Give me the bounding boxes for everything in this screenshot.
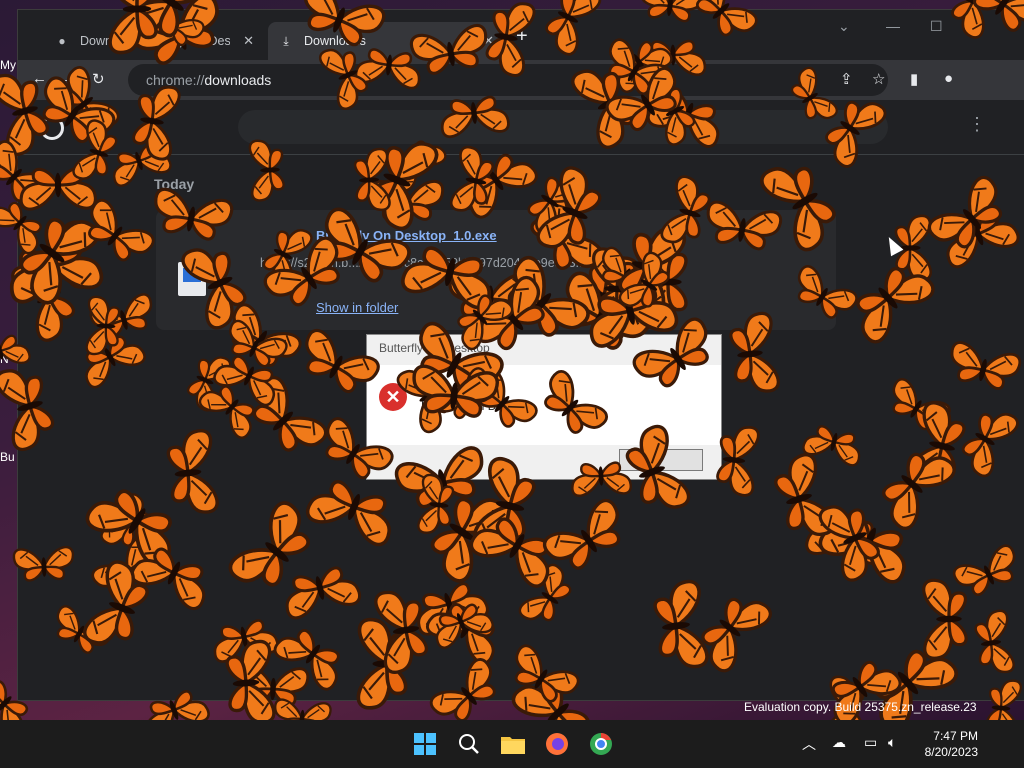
page-favicon-icon: ●: [58, 34, 66, 48]
reload-icon[interactable]: ↻: [92, 70, 105, 88]
bookmark-star-icon[interactable]: ☆: [872, 70, 885, 88]
close-icon[interactable]: ✕: [243, 33, 254, 49]
tab-downloads[interactable]: ⤓ Downloads ✕: [268, 22, 504, 60]
taskbar: ︿ ☁ ▭ 🔈︎ 7:47 PM 8/20/2023: [0, 720, 1024, 768]
window-close-button[interactable]: ✕: [974, 18, 986, 35]
network-icon[interactable]: ▭: [864, 734, 877, 751]
download-source-url: https://s2ocdn.b.../32/2b...c8ce3a59b7e9…: [260, 256, 586, 270]
chevron-up-icon[interactable]: ︿: [802, 734, 816, 754]
downloads-logo-icon: [40, 116, 64, 140]
file-explorer-icon[interactable]: [498, 729, 528, 759]
maximize-button[interactable]: ☐: [930, 18, 943, 35]
date-section-heading: Today: [154, 176, 195, 192]
url-scheme: chrome://: [146, 72, 205, 88]
remove-download-icon[interactable]: ✕: [802, 228, 814, 245]
search-downloads-input[interactable]: [238, 110, 888, 144]
clock-time: 7:47 PM: [933, 729, 978, 743]
firefox-icon[interactable]: [542, 729, 572, 759]
clock-date: 8/20/2023: [924, 745, 978, 759]
dialog-title: Butterfly On Desktop: [379, 341, 490, 355]
url-host: downloads: [204, 72, 272, 88]
more-options-icon[interactable]: ⋮: [968, 114, 986, 135]
file-icon: [178, 262, 206, 296]
tab-search-icon[interactable]: ⌄: [838, 18, 850, 35]
error-icon: ✕: [379, 383, 407, 411]
share-icon[interactable]: ⇪: [840, 70, 853, 88]
profile-icon[interactable]: ●: [944, 70, 953, 87]
dialog-body: ✕ Butterfly On Desktop: [367, 365, 721, 445]
tab-strip: ● Download Butterfly On Desktop ✕ ⤓ Down…: [18, 10, 1024, 60]
download-file-link[interactable]: Butterfly On Desktop_1.0.exe: [316, 228, 497, 243]
back-icon[interactable]: ←: [32, 70, 47, 87]
side-panel-icon[interactable]: ▮: [910, 70, 918, 88]
close-icon[interactable]: ✕: [483, 33, 494, 49]
system-clock[interactable]: 7:47 PM 8/20/2023: [920, 728, 978, 760]
tab-title: Download Butterfly On Desktop: [80, 34, 230, 48]
start-button[interactable]: [410, 729, 440, 759]
download-icon: ⤓: [283, 33, 289, 48]
browser-toolbar: ← → ↻ chrome://downloads ⇪ ☆ ▮ ●: [18, 60, 1024, 100]
address-bar[interactable]: chrome://downloads: [128, 64, 888, 96]
search-icon[interactable]: [454, 729, 484, 759]
downloads-header: ⋮: [18, 100, 1024, 155]
onedrive-icon[interactable]: ☁: [832, 734, 846, 751]
evaluation-watermark: Evaluation copy. Build 25375.zn_release.…: [744, 700, 977, 714]
forward-icon[interactable]: →: [62, 70, 77, 87]
show-in-folder-link[interactable]: Show in folder: [316, 300, 398, 315]
new-tab-button[interactable]: +: [516, 25, 528, 48]
volume-icon[interactable]: 🔈︎: [888, 734, 896, 751]
tab-title: Downloads: [304, 34, 366, 48]
error-dialog: Butterfly On Desktop ✕ Butterfly On Desk…: [366, 334, 722, 480]
dialog-ok-button[interactable]: [619, 449, 703, 471]
tab-butterfly-download[interactable]: ● Download Butterfly On Desktop ✕: [44, 22, 264, 60]
chrome-icon[interactable]: [586, 729, 616, 759]
dialog-message: Butterfly On Desktop: [421, 399, 532, 413]
minimize-button[interactable]: —: [886, 18, 900, 34]
download-item-card: Butterfly On Desktop_1.0.exe https://s2o…: [156, 210, 836, 330]
